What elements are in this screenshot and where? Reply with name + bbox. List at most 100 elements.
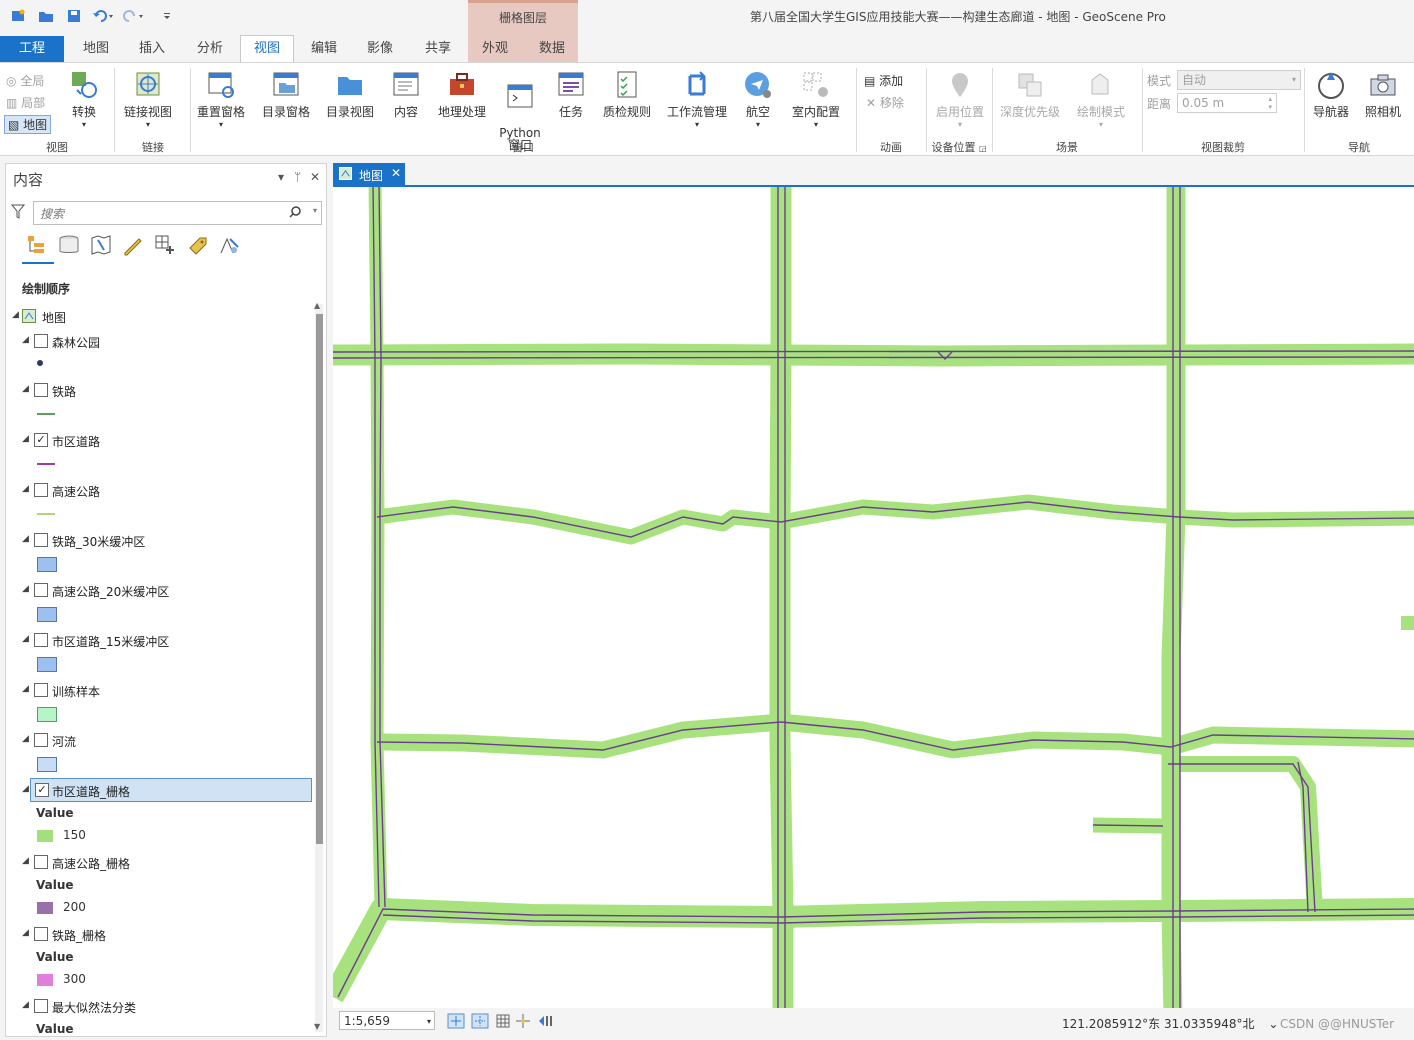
search-input[interactable]: 搜索 ▾ xyxy=(33,201,322,225)
polygon-symbol xyxy=(37,757,57,772)
layer-row[interactable]: ◢ 铁路 xyxy=(18,381,318,401)
layer-visibility-checkbox[interactable]: ✓ xyxy=(35,783,49,797)
layer-visibility-checkbox[interactable] xyxy=(34,999,48,1013)
animation-add-button[interactable]: ▤ 添加 xyxy=(864,72,903,89)
view-full-button[interactable]: ◎ 全局 xyxy=(6,72,44,89)
layer-row[interactable]: ◢ 高速公路 xyxy=(18,481,318,501)
layer-row-selected[interactable]: ✓ 市区道路_栅格 xyxy=(30,778,312,802)
contents-button[interactable]: 内容 xyxy=(386,70,426,120)
convert-button[interactable]: 转换 ▾ xyxy=(64,70,104,129)
scroll-down-icon[interactable]: ▼ xyxy=(314,1022,320,1031)
tab-imagery[interactable]: 影像 xyxy=(356,36,404,62)
crosshair-icon[interactable] xyxy=(515,1013,531,1029)
table-grid-icon[interactable] xyxy=(495,1013,511,1029)
customize-toolbar-icon[interactable] xyxy=(162,9,172,23)
draw-mode-button[interactable]: 绘制模式 ▾ xyxy=(1072,70,1130,129)
redo-icon[interactable] xyxy=(122,9,144,23)
pane-menu-icon[interactable]: ▾ xyxy=(278,170,284,184)
labeling-icon[interactable] xyxy=(186,234,208,256)
close-tab-icon[interactable]: ✕ xyxy=(391,166,401,180)
layer-row[interactable]: ◢ 高速公路_20米缓冲区 xyxy=(18,581,318,601)
layer-row[interactable]: ◢ 最大似然法分类 xyxy=(18,997,318,1017)
scale-selector[interactable]: 1:5,659 ▾ xyxy=(339,1011,435,1030)
layer-visibility-checkbox[interactable] xyxy=(34,334,48,348)
workflow-icon xyxy=(688,71,706,96)
tab-data[interactable]: 数据 xyxy=(528,36,576,62)
layer-row[interactable]: ◢ 高速公路_栅格 xyxy=(18,853,318,873)
snapping-icon[interactable] xyxy=(154,234,176,256)
tab-insert[interactable]: 插入 xyxy=(128,36,176,62)
tab-analysis[interactable]: 分析 xyxy=(186,36,234,62)
link-views-button[interactable]: 链接视图 ▾ xyxy=(120,70,176,129)
layer-row[interactable]: ◢ 训练样本 xyxy=(18,681,318,701)
depth-priority-button[interactable]: 深度优先级 xyxy=(998,70,1062,120)
layer-row[interactable]: ◢ ✓ 市区道路 xyxy=(18,431,318,451)
tab-share[interactable]: 共享 xyxy=(414,36,462,62)
geoprocessing-button[interactable]: 地理处理 xyxy=(434,70,490,120)
open-project-icon[interactable] xyxy=(38,9,54,23)
scroll-up-icon[interactable]: ▲ xyxy=(314,301,320,310)
navigator-button[interactable]: 导航器 xyxy=(1310,70,1352,120)
indoor-config-button[interactable]: 室内配置 ▾ xyxy=(788,70,844,129)
layer-visibility-checkbox[interactable] xyxy=(34,683,48,697)
layer-row[interactable]: ◢ 铁路_栅格 xyxy=(18,925,318,945)
data-source-icon[interactable] xyxy=(58,234,80,256)
collapse-arrow-icon[interactable]: ◢ xyxy=(22,784,29,794)
catalog-view-button[interactable]: 目录视图 xyxy=(322,70,378,120)
layer-row[interactable]: ◢ 河流 xyxy=(18,731,318,751)
catalog-pane-button[interactable]: 目录窗格 xyxy=(258,70,314,120)
filter-icon[interactable] xyxy=(11,204,25,220)
layer-row[interactable]: ◢ 森林公园 xyxy=(18,332,318,352)
list-by-perspective-icon[interactable] xyxy=(218,234,240,256)
map-canvas[interactable] xyxy=(333,185,1414,1010)
map-view-tab[interactable]: 地图 ✕ xyxy=(333,163,405,185)
layer-visibility-checkbox[interactable] xyxy=(34,483,48,497)
tab-appearance[interactable]: 外观 xyxy=(472,36,518,62)
qc-rules-button[interactable]: 质检规则 xyxy=(598,70,656,120)
layer-row[interactable]: ◢ 铁路_30米缓冲区 xyxy=(18,531,318,551)
layer-visibility-checkbox[interactable]: ✓ xyxy=(34,433,48,447)
save-project-icon[interactable] xyxy=(66,9,82,23)
selection-icon[interactable] xyxy=(90,234,112,256)
view-map-button[interactable]: ▧ 地图 xyxy=(4,115,52,134)
fixed-zoom-icon[interactable] xyxy=(447,1013,465,1029)
tab-project[interactable]: 工程 xyxy=(0,36,64,62)
grid-snap-icon[interactable] xyxy=(471,1013,489,1029)
tab-map[interactable]: 地图 xyxy=(72,36,120,62)
raster-value: 150 xyxy=(63,828,86,842)
layer-visibility-checkbox[interactable] xyxy=(34,927,48,941)
refresh-pause-icon[interactable] xyxy=(537,1013,555,1029)
close-icon[interactable]: ✕ xyxy=(310,170,320,184)
view-local-button[interactable]: ▥ 局部 xyxy=(6,94,45,111)
pin-icon[interactable]: ᛘ xyxy=(294,170,301,184)
editing-pencil-icon[interactable] xyxy=(122,234,144,256)
tasks-button[interactable]: 任务 xyxy=(552,70,590,120)
map-node[interactable]: ◢ 地图 xyxy=(8,307,308,327)
tab-view[interactable]: 视图 xyxy=(240,35,294,64)
aviation-button[interactable]: 航空 ▾ xyxy=(740,70,776,129)
scrollbar-thumb[interactable] xyxy=(316,314,323,844)
workflow-management-button[interactable]: 工作流管理 ▾ xyxy=(664,70,730,129)
drawing-order-icon[interactable] xyxy=(26,234,48,256)
layer-visibility-checkbox[interactable] xyxy=(34,383,48,397)
clip-distance-input[interactable]: 0.05 m ▴ ▾ xyxy=(1177,93,1277,113)
new-project-icon[interactable] xyxy=(10,9,26,23)
camera-button[interactable]: 照相机 xyxy=(1362,70,1404,120)
layer-visibility-checkbox[interactable] xyxy=(34,733,48,747)
layer-visibility-checkbox[interactable] xyxy=(34,633,48,647)
layer-visibility-checkbox[interactable] xyxy=(34,533,48,547)
layer-visibility-checkbox[interactable] xyxy=(34,583,48,597)
layer-visibility-checkbox[interactable] xyxy=(34,855,48,869)
undo-icon[interactable] xyxy=(92,9,114,23)
reset-panes-button[interactable]: 重置窗格 ▾ xyxy=(194,70,248,129)
tab-edit[interactable]: 编辑 xyxy=(300,36,348,62)
map-drawing[interactable] xyxy=(333,187,1414,1010)
collapse-arrow-icon[interactable]: ◢ xyxy=(12,310,19,320)
corridor-buffer xyxy=(769,187,794,1010)
animation-remove-button[interactable]: ✕ 移除 xyxy=(866,94,904,111)
chevron-down-icon[interactable]: ▾ xyxy=(313,206,317,215)
search-icon[interactable] xyxy=(289,206,301,218)
enable-location-button[interactable]: 启用位置 ▾ xyxy=(932,70,988,129)
layer-row[interactable]: ◢ 市区道路_15米缓冲区 xyxy=(18,631,318,651)
clip-mode-select[interactable]: 自动 ▾ xyxy=(1177,70,1301,90)
